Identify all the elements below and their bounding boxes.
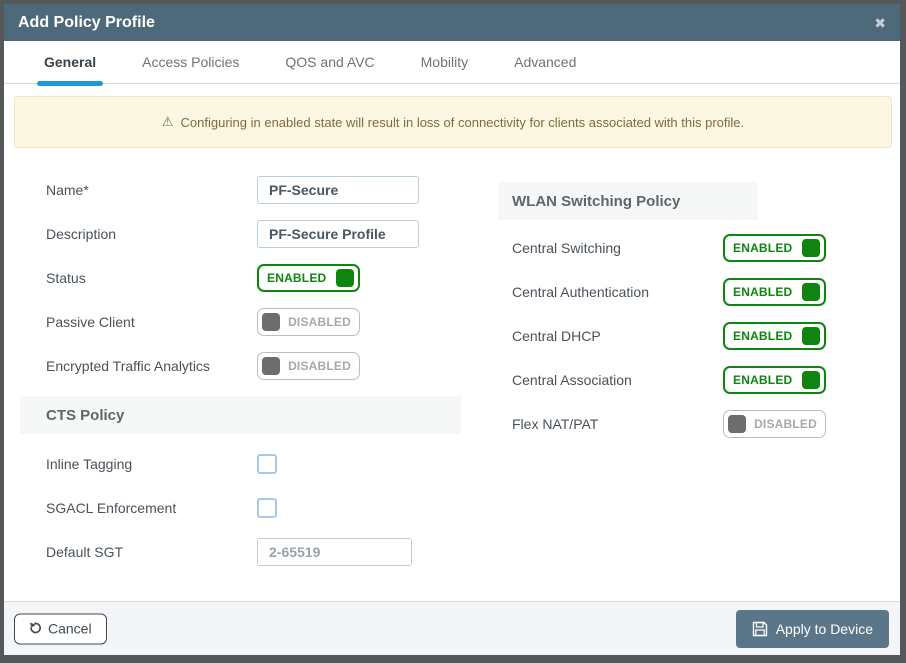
central-association-toggle[interactable]: ENABLED (723, 366, 826, 394)
tab-general[interactable]: General (36, 41, 104, 86)
encrypted-traffic-analytics-label: Encrypted Traffic Analytics (46, 358, 210, 374)
central-switching-label: Central Switching (512, 240, 621, 256)
inline-tagging-row: Inline Tagging (20, 442, 461, 486)
sgacl-enforcement-checkbox[interactable] (257, 498, 277, 518)
toggle-knob (262, 357, 280, 375)
name-row: Name* (20, 168, 461, 212)
general-settings-column: Name* Description Status ENABLED Passive… (20, 168, 461, 574)
cancel-button[interactable]: Cancel (14, 613, 107, 644)
eta-toggle-label: DISABLED (288, 359, 351, 373)
name-input[interactable] (257, 176, 419, 204)
flex-nat-pat-toggle-label: DISABLED (754, 417, 817, 431)
dialog-title: Add Policy Profile (18, 13, 155, 31)
passive-client-row: Passive Client DISABLED (20, 300, 461, 344)
default-sgt-input[interactable] (257, 538, 412, 566)
central-dhcp-toggle-label: ENABLED (733, 329, 793, 343)
sgacl-enforcement-label: SGACL Enforcement (46, 500, 177, 516)
encrypted-traffic-analytics-toggle[interactable]: DISABLED (257, 352, 360, 380)
default-sgt-row: Default SGT (20, 530, 461, 574)
central-switching-toggle[interactable]: ENABLED (723, 234, 826, 262)
status-toggle-label: ENABLED (267, 271, 327, 285)
wlan-switching-policy-column: WLAN Switching Policy Central Switching … (498, 182, 844, 446)
dialog-header: Add Policy Profile ✖ (4, 4, 900, 41)
tab-advanced[interactable]: Advanced (514, 41, 576, 83)
cts-policy-section-header: CTS Policy (20, 396, 461, 434)
central-dhcp-row: Central DHCP ENABLED (498, 314, 844, 358)
name-label: Name* (46, 182, 89, 198)
tab-qos-and-avc[interactable]: QOS and AVC (285, 41, 374, 83)
sgacl-enforcement-row: SGACL Enforcement (20, 486, 461, 530)
central-association-toggle-label: ENABLED (733, 373, 793, 387)
warning-text: Configuring in enabled state will result… (180, 114, 745, 130)
toggle-knob (802, 283, 820, 301)
wlan-switching-policy-section-header: WLAN Switching Policy (498, 182, 758, 220)
tab-mobility[interactable]: Mobility (421, 41, 468, 83)
status-label: Status (46, 270, 86, 286)
flex-nat-pat-label: Flex NAT/PAT (512, 416, 599, 432)
inline-tagging-checkbox[interactable] (257, 454, 277, 474)
passive-client-toggle[interactable]: DISABLED (257, 308, 360, 336)
passive-client-toggle-label: DISABLED (288, 315, 351, 329)
central-authentication-label: Central Authentication (512, 284, 649, 300)
warning-banner: ⚠ Configuring in enabled state will resu… (14, 96, 892, 148)
description-input[interactable] (257, 220, 419, 248)
central-dhcp-toggle[interactable]: ENABLED (723, 322, 826, 350)
central-association-row: Central Association ENABLED (498, 358, 844, 402)
status-toggle[interactable]: ENABLED (257, 264, 360, 292)
apply-to-device-button[interactable]: Apply to Device (735, 609, 889, 648)
passive-client-label: Passive Client (46, 314, 135, 330)
inline-tagging-label: Inline Tagging (46, 456, 133, 472)
description-row: Description (20, 212, 461, 256)
encrypted-traffic-analytics-row: Encrypted Traffic Analytics DISABLED (20, 344, 461, 388)
default-sgt-label: Default SGT (46, 544, 124, 560)
save-icon (752, 621, 767, 636)
central-switching-row: Central Switching ENABLED (498, 226, 844, 270)
flex-nat-pat-row: Flex NAT/PAT DISABLED (498, 402, 844, 446)
central-authentication-toggle[interactable]: ENABLED (723, 278, 826, 306)
central-association-label: Central Association (512, 372, 632, 388)
tab-bar: General Access Policies QOS and AVC Mobi… (4, 41, 900, 86)
toggle-knob (728, 415, 746, 433)
central-switching-toggle-label: ENABLED (733, 241, 793, 255)
toggle-knob (802, 327, 820, 345)
toggle-knob (802, 239, 820, 257)
flex-nat-pat-toggle[interactable]: DISABLED (723, 410, 826, 438)
dialog-footer: Cancel Apply to Device (4, 601, 900, 655)
status-row: Status ENABLED (20, 256, 461, 300)
central-dhcp-label: Central DHCP (512, 328, 601, 344)
apply-button-label: Apply to Device (775, 620, 873, 637)
tab-access-policies[interactable]: Access Policies (142, 41, 239, 83)
undo-icon (29, 622, 41, 634)
description-label: Description (46, 226, 117, 242)
toggle-knob (262, 313, 280, 331)
add-policy-profile-dialog: Add Policy Profile ✖ General Access Poli… (4, 4, 900, 655)
central-authentication-toggle-label: ENABLED (733, 285, 793, 299)
central-authentication-row: Central Authentication ENABLED (498, 270, 844, 314)
toggle-knob (336, 269, 354, 287)
toggle-knob (802, 371, 820, 389)
cancel-button-label: Cancel (48, 620, 92, 636)
close-icon[interactable]: ✖ (874, 16, 886, 30)
warning-icon: ⚠ (161, 114, 174, 129)
